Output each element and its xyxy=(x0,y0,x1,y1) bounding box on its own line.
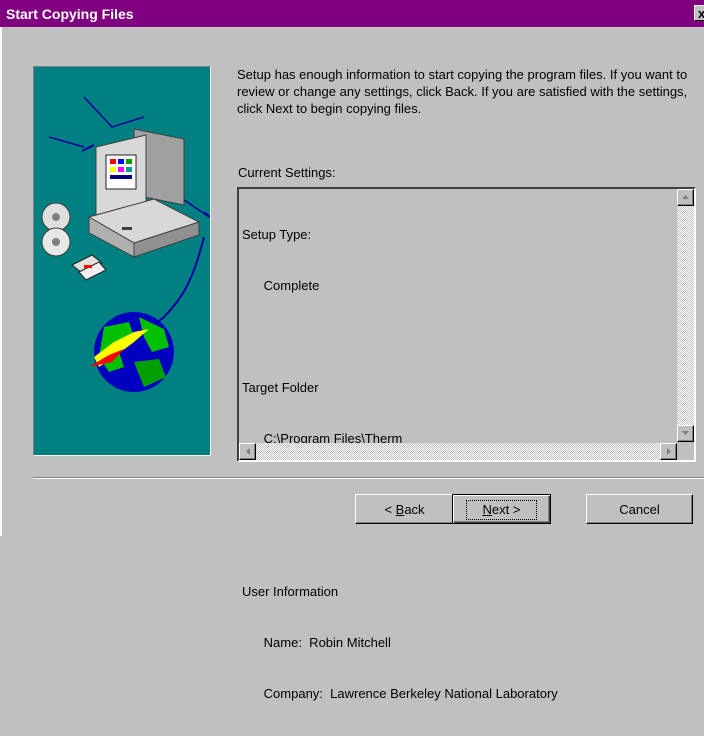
scroll-arrow-icon xyxy=(246,448,250,455)
vertical-scrollbar[interactable] xyxy=(677,189,694,442)
window-frame-edge xyxy=(0,27,2,536)
back-button-label: ack xyxy=(404,501,425,517)
settings-line: ​ xyxy=(242,328,662,345)
cd-icon xyxy=(41,202,71,257)
current-settings-text: Setup Type: Complete ​ Target Folder C:\… xyxy=(242,192,662,736)
next-button-mnemonic: N xyxy=(482,501,492,517)
floppy-disk-icon xyxy=(71,254,107,281)
settings-line: ​ xyxy=(242,532,662,549)
scroll-left-button[interactable] xyxy=(239,443,256,460)
scroll-right-button[interactable] xyxy=(660,443,677,460)
next-button-label: ext > xyxy=(491,501,521,517)
settings-line: Complete xyxy=(242,278,320,293)
horizontal-scrollbar[interactable] xyxy=(239,443,677,460)
globe-icon xyxy=(89,312,174,392)
focus-ring: Next > xyxy=(465,499,538,520)
back-button-prefix: < xyxy=(384,501,396,517)
close-button[interactable]: x xyxy=(694,5,704,21)
settings-line: Company: Lawrence Berkeley National Labo… xyxy=(242,686,558,701)
divider xyxy=(33,477,704,479)
title-bar: Start Copying Files x xyxy=(0,0,704,27)
settings-line: User Information xyxy=(242,584,339,599)
settings-line: Setup Type: xyxy=(242,227,312,242)
cancel-button[interactable]: Cancel xyxy=(586,494,693,524)
current-settings-box[interactable]: Setup Type: Complete ​ Target Folder C:\… xyxy=(237,187,696,701)
scroll-arrow-icon xyxy=(667,448,671,455)
setup-illustration xyxy=(41,96,210,392)
next-button[interactable]: Next > xyxy=(452,494,551,524)
setup-illustration-panel xyxy=(33,66,211,456)
scroll-arrow-icon xyxy=(682,431,689,435)
back-button[interactable]: < Back xyxy=(355,494,454,524)
scrollbar-corner xyxy=(677,443,694,460)
current-settings-label: Current Settings: xyxy=(238,165,336,180)
window-title: Start Copying Files xyxy=(6,6,134,22)
settings-line: Target Folder xyxy=(242,380,319,395)
settings-line: Name: Robin Mitchell xyxy=(242,635,391,650)
scroll-up-button[interactable] xyxy=(677,189,694,206)
scroll-arrow-icon xyxy=(682,195,689,199)
scroll-down-button[interactable] xyxy=(677,425,694,442)
intro-text: Setup has enough information to start co… xyxy=(237,67,688,116)
computer-icon xyxy=(87,128,201,258)
close-icon: x xyxy=(698,6,704,21)
